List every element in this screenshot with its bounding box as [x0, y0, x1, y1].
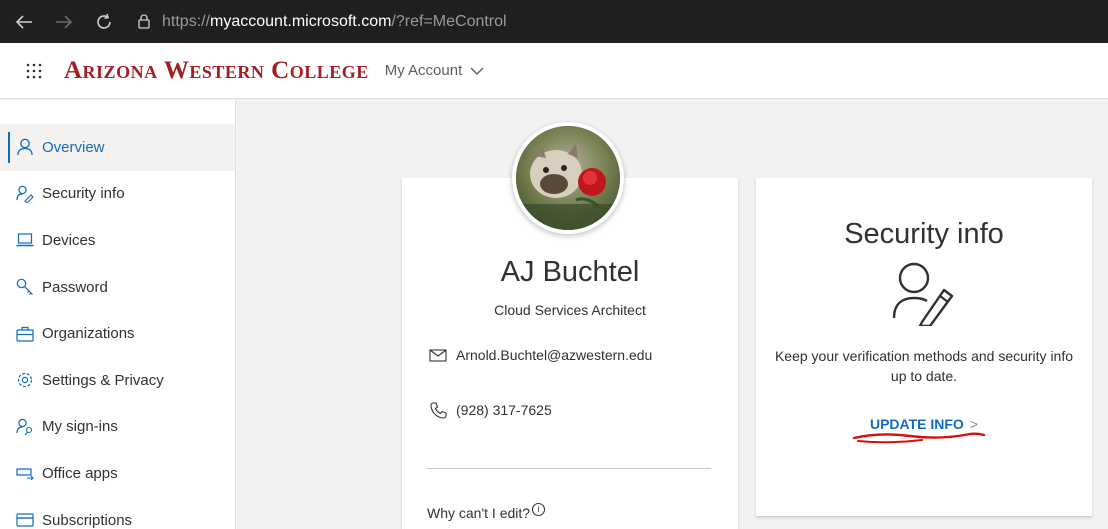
- phone-text: (928) 317-7625: [456, 402, 552, 418]
- sidebar-item-label: Password: [42, 278, 108, 296]
- chevron-down-icon: [470, 62, 484, 79]
- sidebar-item-security-info[interactable]: Security info: [0, 171, 235, 218]
- back-icon[interactable]: [8, 6, 40, 38]
- info-icon: i: [532, 502, 546, 516]
- sidebar-item-label: Settings & Privacy: [42, 371, 164, 389]
- briefcase-icon: [16, 325, 34, 343]
- sidebar-item-devices[interactable]: Devices: [0, 217, 235, 264]
- divider: [427, 468, 711, 469]
- url-text: https://myaccount.microsoft.com/?ref=MeC…: [162, 12, 507, 30]
- sidebar-item-office-apps[interactable]: Office apps: [0, 450, 235, 497]
- browser-toolbar: https://myaccount.microsoft.com/?ref=MeC…: [0, 0, 1108, 43]
- sidebar-item-settings-privacy[interactable]: Settings & Privacy: [0, 357, 235, 404]
- why-cant-edit-link[interactable]: Why can't I edit? i: [427, 502, 546, 521]
- sidebar-item-subscriptions[interactable]: Subscriptions: [0, 497, 235, 529]
- sidebar-item-label: My sign-ins: [42, 418, 118, 436]
- sidebar-item-password[interactable]: Password: [0, 264, 235, 311]
- phone-icon: [428, 401, 448, 419]
- address-bar[interactable]: https://myaccount.microsoft.com/?ref=MeC…: [134, 12, 507, 32]
- sidebar-item-label: Office apps: [42, 464, 118, 482]
- lock-icon: [134, 12, 154, 32]
- office-apps-icon: [16, 464, 34, 482]
- red-underline-annotation: [852, 432, 986, 444]
- card-icon: [16, 511, 34, 529]
- sidebar-item-label: Security info: [42, 185, 125, 203]
- avatar[interactable]: [512, 122, 624, 234]
- laptop-icon: [16, 231, 34, 249]
- sidebar-item-my-sign-ins[interactable]: My sign-ins: [0, 404, 235, 451]
- phone-row[interactable]: (928) 317-7625: [428, 401, 552, 419]
- sidebar-item-label: Organizations: [42, 325, 135, 343]
- my-account-label: My Account: [384, 62, 463, 79]
- sidebar-item-overview[interactable]: Overview: [0, 124, 235, 171]
- sidebar-item-label: Overview: [42, 138, 105, 156]
- sidebar-item-label: Devices: [42, 231, 96, 249]
- brand-logo[interactable]: Arizona Western College: [64, 57, 369, 85]
- refresh-icon[interactable]: [88, 6, 120, 38]
- key-icon: [16, 278, 34, 296]
- why-cant-edit-label: Why can't I edit?: [427, 505, 531, 521]
- forward-icon[interactable]: [48, 6, 80, 38]
- email-text: Arnold.Buchtel@azwestern.edu: [456, 347, 653, 363]
- person-key-icon: [16, 185, 34, 203]
- email-row[interactable]: Arnold.Buchtel@azwestern.edu: [428, 347, 652, 363]
- mail-icon: [428, 347, 448, 363]
- sidebar: Overview Security info Devices Password …: [0, 100, 236, 529]
- my-account-menu[interactable]: My Account: [385, 62, 485, 79]
- app-launcher-icon[interactable]: [10, 43, 58, 99]
- profile-name: AJ Buchtel: [500, 256, 640, 288]
- person-icon: [16, 138, 34, 156]
- security-info-title: Security info: [844, 218, 1004, 250]
- sidebar-item-organizations[interactable]: Organizations: [0, 310, 235, 357]
- profile-job-title: Cloud Services Architect: [494, 302, 646, 318]
- gear-icon: [16, 371, 34, 389]
- security-info-description: Keep your verification methods and secur…: [774, 348, 1074, 384]
- app-header: Arizona Western College My Account: [0, 43, 1108, 99]
- person-key-icon: [16, 418, 34, 436]
- person-edit-icon: [890, 260, 960, 328]
- sidebar-item-label: Subscriptions: [42, 511, 133, 529]
